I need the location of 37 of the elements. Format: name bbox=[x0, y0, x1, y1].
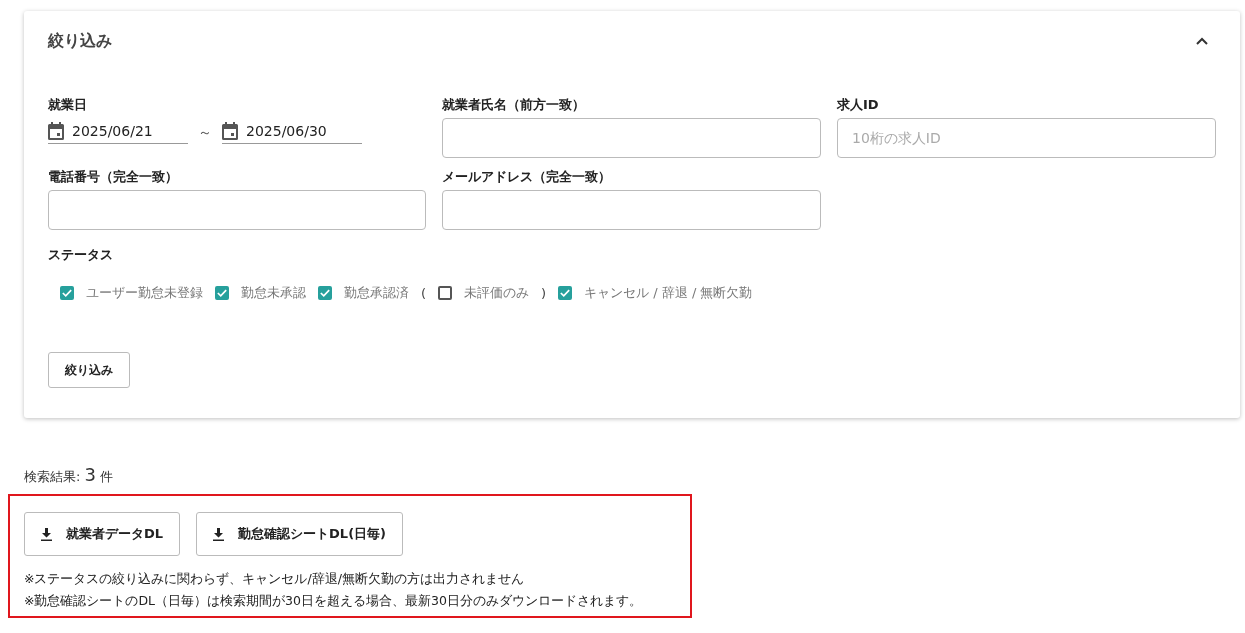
text-field[interactable]: 10桁の求人ID bbox=[837, 118, 1216, 158]
result-count: 検索結果: 3 件 bbox=[24, 464, 115, 486]
field-label: 求人ID bbox=[837, 96, 880, 114]
parenthesis: ( bbox=[421, 285, 427, 301]
checkbox[interactable] bbox=[558, 286, 573, 300]
status-checkbox[interactable]: 勤怠未承認 bbox=[215, 284, 306, 302]
status-checkbox[interactable]: 勤怠承認済 bbox=[318, 284, 409, 302]
checkbox[interactable] bbox=[215, 286, 229, 300]
status-checkbox[interactable]: キャンセル / 辞退 / 無断欠勤 bbox=[558, 284, 753, 302]
status-checkbox[interactable]: 未評価のみ bbox=[438, 284, 530, 302]
calendar-icon bbox=[48, 122, 64, 140]
filter-button[interactable]: 絞り込み bbox=[48, 352, 130, 388]
field-label: メールアドレス（完全一致） bbox=[442, 168, 612, 186]
text-field[interactable] bbox=[48, 190, 426, 230]
status-checkbox[interactable]: ユーザー勤怠未登録 bbox=[60, 284, 203, 302]
range-separator: ～ bbox=[198, 124, 212, 142]
text-field[interactable] bbox=[442, 118, 821, 158]
calendar-icon bbox=[222, 122, 238, 140]
filter-title: 絞り込み bbox=[48, 30, 112, 52]
text-field[interactable] bbox=[442, 190, 821, 230]
download-button[interactable]: 勤怠確認シートDL(日毎) bbox=[196, 512, 404, 556]
parenthesis: ) bbox=[541, 285, 547, 301]
checkbox[interactable] bbox=[60, 286, 74, 300]
field-label: 就業者氏名（前方一致） bbox=[442, 96, 586, 114]
chevron-icon bbox=[1196, 37, 1208, 45]
status-label: ステータス bbox=[48, 246, 114, 264]
download-icon bbox=[213, 527, 225, 541]
checkbox[interactable] bbox=[318, 286, 332, 300]
download-button[interactable]: 就業者データDL bbox=[24, 512, 181, 556]
checkbox[interactable] bbox=[438, 286, 453, 300]
date-field[interactable]: 2025/06/30 bbox=[222, 122, 362, 144]
note-text: ※勤怠確認シートのDL（日毎）は検索期間が30日を超える場合、最新30日分のみダウンロードされます。 bbox=[24, 592, 643, 610]
date-field[interactable]: 2025/06/21 bbox=[48, 122, 188, 144]
download-icon bbox=[41, 527, 52, 541]
note-text: ※ステータスの絞り込みに関わらず、キャンセル/辞退/無断欠勤の方は出力されません bbox=[24, 570, 525, 588]
field-label: 電話番号（完全一致） bbox=[48, 168, 179, 186]
field-label: 就業日 bbox=[48, 96, 88, 114]
